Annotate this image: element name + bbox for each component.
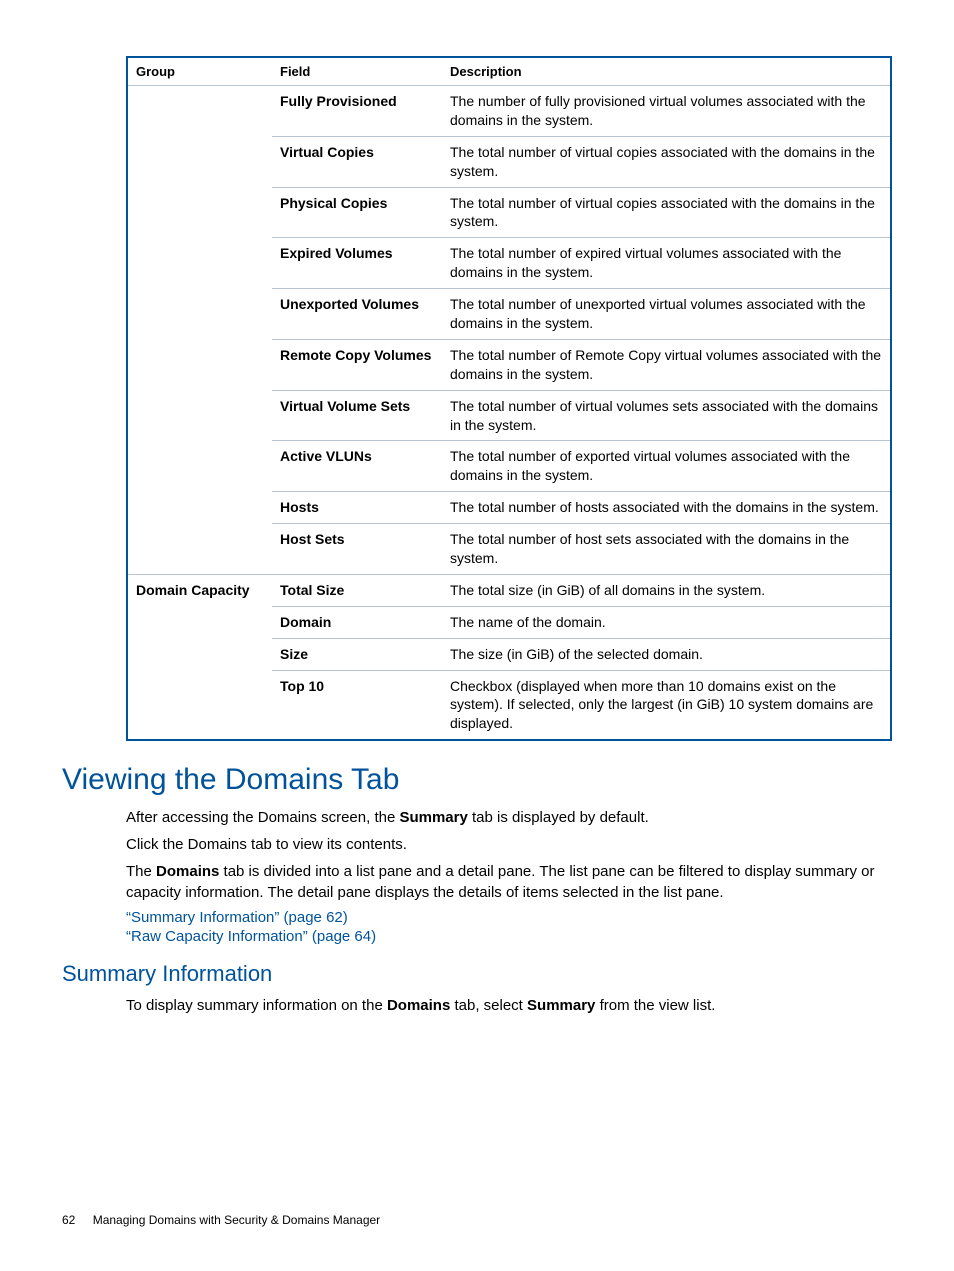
text: tab is divided into a list pane and a de…	[126, 863, 874, 901]
text: tab, select	[450, 997, 527, 1014]
table-header-field: Field	[272, 57, 442, 86]
description-cell: The total number of host sets associated…	[442, 524, 891, 575]
field-cell: Unexported Volumes	[272, 289, 442, 340]
bold-text: Domains	[156, 863, 219, 880]
subsection-heading: Summary Information	[62, 961, 892, 987]
field-cell: Active VLUNs	[272, 441, 442, 492]
text: from the view list.	[595, 997, 715, 1014]
link-summary-information[interactable]: “Summary Information” (page 62)	[126, 909, 892, 926]
field-cell: Domain	[272, 606, 442, 638]
bold-text: Domains	[387, 997, 450, 1014]
field-cell: Virtual Copies	[272, 136, 442, 187]
field-cell: Total Size	[272, 574, 442, 606]
description-cell: The total number of Remote Copy virtual …	[442, 339, 891, 390]
description-cell: The size (in GiB) of the selected domain…	[442, 638, 891, 670]
page-number: 62	[62, 1213, 75, 1227]
group-cell	[127, 86, 272, 575]
field-cell: Physical Copies	[272, 187, 442, 238]
description-cell: The total number of virtual copies assoc…	[442, 187, 891, 238]
paragraph: After accessing the Domains screen, the …	[126, 807, 892, 828]
field-cell: Size	[272, 638, 442, 670]
description-cell: The total number of virtual copies assoc…	[442, 136, 891, 187]
text: After accessing the Domains screen, the	[126, 809, 399, 826]
field-cell: Top 10	[272, 670, 442, 740]
description-cell: The total number of unexported virtual v…	[442, 289, 891, 340]
group-cell: Domain Capacity	[127, 574, 272, 740]
table-row: Domain Capacity Total Size The total siz…	[127, 574, 891, 606]
field-cell: Expired Volumes	[272, 238, 442, 289]
paragraph: Click the Domains tab to view its conten…	[126, 834, 892, 855]
fields-table: Group Field Description Fully Provisione…	[126, 56, 892, 741]
bold-text: Summary	[527, 997, 595, 1014]
text: tab is displayed by default.	[468, 809, 649, 826]
table-row: Fully Provisioned The number of fully pr…	[127, 86, 891, 137]
description-cell: The total number of hosts associated wit…	[442, 492, 891, 524]
field-cell: Remote Copy Volumes	[272, 339, 442, 390]
paragraph: To display summary information on the Do…	[126, 995, 892, 1016]
text: The	[126, 863, 156, 880]
field-cell: Hosts	[272, 492, 442, 524]
description-cell: The total number of expired virtual volu…	[442, 238, 891, 289]
paragraph: The Domains tab is divided into a list p…	[126, 861, 892, 903]
section-heading: Viewing the Domains Tab	[62, 763, 892, 797]
table-header-group: Group	[127, 57, 272, 86]
field-cell: Host Sets	[272, 524, 442, 575]
text: To display summary information on the	[126, 997, 387, 1014]
description-cell: The total size (in GiB) of all domains i…	[442, 574, 891, 606]
description-cell: The number of fully provisioned virtual …	[442, 86, 891, 137]
table-header-description: Description	[442, 57, 891, 86]
description-cell: Checkbox (displayed when more than 10 do…	[442, 670, 891, 740]
field-cell: Virtual Volume Sets	[272, 390, 442, 441]
chapter-title: Managing Domains with Security & Domains…	[93, 1213, 380, 1227]
description-cell: The name of the domain.	[442, 606, 891, 638]
description-cell: The total number of exported virtual vol…	[442, 441, 891, 492]
link-raw-capacity-information[interactable]: “Raw Capacity Information” (page 64)	[126, 928, 892, 945]
page-footer: 62 Managing Domains with Security & Doma…	[62, 1213, 380, 1227]
description-cell: The total number of virtual volumes sets…	[442, 390, 891, 441]
bold-text: Summary	[399, 809, 467, 826]
field-cell: Fully Provisioned	[272, 86, 442, 137]
